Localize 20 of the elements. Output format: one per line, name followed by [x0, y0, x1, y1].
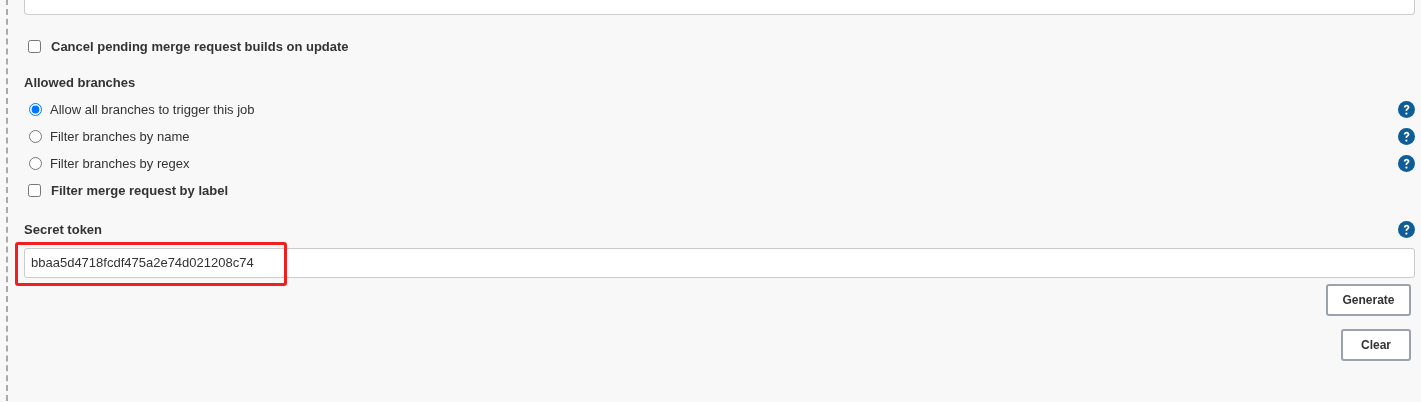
help-icon[interactable] [1398, 128, 1415, 145]
checkbox[interactable] [28, 184, 41, 197]
token-field[interactable]: bbaa5d4718fcdf475a2e74d021208c74 [24, 247, 1415, 278]
clear-button[interactable]: Clear [1341, 328, 1411, 361]
input-field[interactable] [24, 0, 1415, 15]
checkbox-label: Cancel pending merge request builds on update [51, 38, 349, 56]
checkbox[interactable] [28, 40, 41, 54]
field-label: Secret token [24, 221, 103, 239]
radio-label: Filter branches by name [50, 127, 190, 146]
radio-button[interactable] [29, 130, 42, 143]
generate-button[interactable]: Generate [1326, 283, 1411, 316]
radio-button[interactable] [29, 157, 42, 170]
radio-label: Allow all branches to trigger this job [50, 100, 255, 119]
section-title: Allowed branches [24, 73, 137, 92]
help-icon[interactable] [1398, 155, 1415, 172]
radio-label: Filter branches by regex [50, 154, 190, 173]
checkbox-label: Filter merge request by label [51, 181, 228, 200]
help-icon[interactable] [1398, 221, 1415, 239]
help-icon[interactable] [1398, 101, 1415, 118]
radio-button[interactable] [29, 103, 42, 116]
